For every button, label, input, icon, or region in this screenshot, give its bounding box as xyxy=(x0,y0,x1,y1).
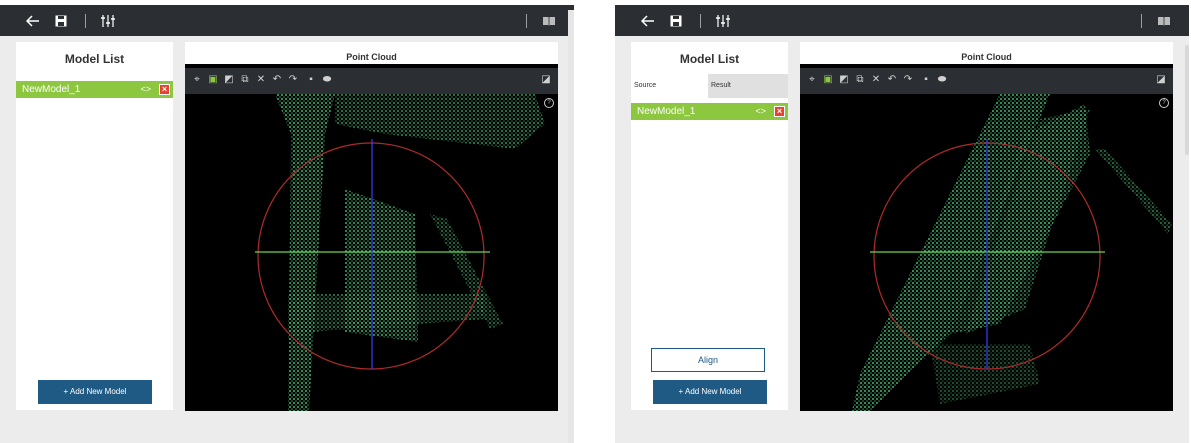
arrow-left-icon xyxy=(641,14,654,27)
viewer-toolbar: ⌖ ▣ ◩ ⧉ ✕ ↶ ↷ ▪ ⬬ ◪ xyxy=(185,68,558,94)
docs-button[interactable] xyxy=(1153,5,1175,36)
save-button[interactable] xyxy=(50,5,72,36)
delete-icon[interactable]: × xyxy=(159,84,170,95)
model-name: NewModel_1 xyxy=(637,106,696,117)
help-icon[interactable]: ? xyxy=(544,98,554,108)
redo-tool-icon[interactable]: ↷ xyxy=(902,74,914,86)
align-button[interactable]: Align xyxy=(651,348,765,372)
cloud-edge xyxy=(1095,149,1172,234)
book-icon xyxy=(1158,16,1170,26)
pointer-tool-icon[interactable]: ⌖ xyxy=(806,74,818,86)
point-cloud-panel: Point Cloud ⌖ ▣ ◩ ⧉ ✕ ↶ ↷ ▪ ⬬ ◪ ? xyxy=(185,42,558,411)
model-list-title: Model List xyxy=(64,52,125,66)
point-size-icon[interactable]: ▪ xyxy=(305,74,317,86)
point-cloud-title: Point Cloud xyxy=(185,42,558,64)
arrow-left-icon xyxy=(26,14,39,27)
tab-result[interactable]: Result xyxy=(708,74,788,98)
model-name: NewModel_1 xyxy=(22,84,81,95)
point-cloud-viewer[interactable]: ? xyxy=(185,94,558,411)
settings-button[interactable] xyxy=(97,5,119,36)
crop-tool-icon[interactable]: ✕ xyxy=(870,74,882,86)
cloud-debris xyxy=(930,344,1040,404)
scrollbar-track[interactable] xyxy=(568,10,574,443)
render-mode-icon[interactable]: ⬬ xyxy=(321,74,333,86)
point-cloud-viewer[interactable]: ? xyxy=(800,94,1173,411)
model-list-title: Model List xyxy=(679,52,740,66)
point-cloud-panel: Point Cloud ⌖ ▣ ◩ ⧉ ✕ ↶ ↷ ▪ ⬬ ◪ ? xyxy=(800,42,1173,411)
toolbar-divider xyxy=(700,14,701,28)
render-mode-icon[interactable]: ⬬ xyxy=(936,74,948,86)
model-list-item[interactable]: NewModel_1 <> × xyxy=(16,81,173,98)
view-options-icon[interactable]: ◪ xyxy=(540,74,552,86)
scrollbar-thumb[interactable] xyxy=(1185,45,1189,155)
model-list-panel: Model List Source Result NewModel_1 <> ×… xyxy=(631,42,788,410)
sliders-icon xyxy=(101,14,115,27)
point-size-icon[interactable]: ▪ xyxy=(920,74,932,86)
crop-tool-icon[interactable]: ✕ xyxy=(255,74,267,86)
layers-tool-icon[interactable]: ▣ xyxy=(822,74,834,86)
model-list-panel: Model List NewModel_1 <> × + Add New Mod… xyxy=(16,42,173,410)
point-cloud-title: Point Cloud xyxy=(800,42,1173,64)
add-new-model-button[interactable]: + Add New Model xyxy=(653,380,767,404)
tab-source[interactable]: Source xyxy=(631,74,708,98)
model-list-item[interactable]: NewModel_1 <> × xyxy=(631,103,788,120)
code-icon[interactable]: <> xyxy=(140,81,151,98)
copy-tool-icon[interactable]: ⧉ xyxy=(239,74,251,86)
add-new-model-button[interactable]: + Add New Model xyxy=(38,380,152,404)
save-icon xyxy=(670,15,682,26)
copy-tool-icon[interactable]: ⧉ xyxy=(854,74,866,86)
viewer-toolbar: ⌖ ▣ ◩ ⧉ ✕ ↶ ↷ ▪ ⬬ ◪ xyxy=(800,68,1173,94)
back-button[interactable] xyxy=(22,5,44,36)
save-button[interactable] xyxy=(665,5,687,36)
layers-tool-icon[interactable]: ▣ xyxy=(207,74,219,86)
save-icon xyxy=(55,15,67,26)
delete-icon[interactable]: × xyxy=(774,106,785,117)
cloud-ceiling xyxy=(335,94,545,149)
point-cloud-canvas[interactable] xyxy=(185,94,558,411)
pointer-tool-icon[interactable]: ⌖ xyxy=(191,74,203,86)
top-toolbar xyxy=(615,5,1189,36)
docs-button[interactable] xyxy=(538,5,560,36)
sliders-icon xyxy=(716,14,730,27)
window-right: Model List Source Result NewModel_1 <> ×… xyxy=(615,5,1189,443)
toolbar-divider xyxy=(526,14,527,28)
top-toolbar xyxy=(0,5,574,36)
toolbar-divider xyxy=(1141,14,1142,28)
redo-tool-icon[interactable]: ↷ xyxy=(287,74,299,86)
code-icon[interactable]: <> xyxy=(755,103,766,120)
back-button[interactable] xyxy=(637,5,659,36)
undo-tool-icon[interactable]: ↶ xyxy=(886,74,898,86)
view-options-icon[interactable]: ◪ xyxy=(1155,74,1167,86)
toolbar-divider xyxy=(85,14,86,28)
help-icon[interactable]: ? xyxy=(1159,98,1169,108)
model-tabs: Source Result xyxy=(631,74,788,98)
book-icon xyxy=(543,16,555,26)
select-tool-icon[interactable]: ◩ xyxy=(838,74,850,86)
select-tool-icon[interactable]: ◩ xyxy=(223,74,235,86)
window-left: Model List NewModel_1 <> × + Add New Mod… xyxy=(0,5,574,443)
settings-button[interactable] xyxy=(712,5,734,36)
point-cloud-canvas[interactable] xyxy=(800,94,1173,411)
undo-tool-icon[interactable]: ↶ xyxy=(271,74,283,86)
